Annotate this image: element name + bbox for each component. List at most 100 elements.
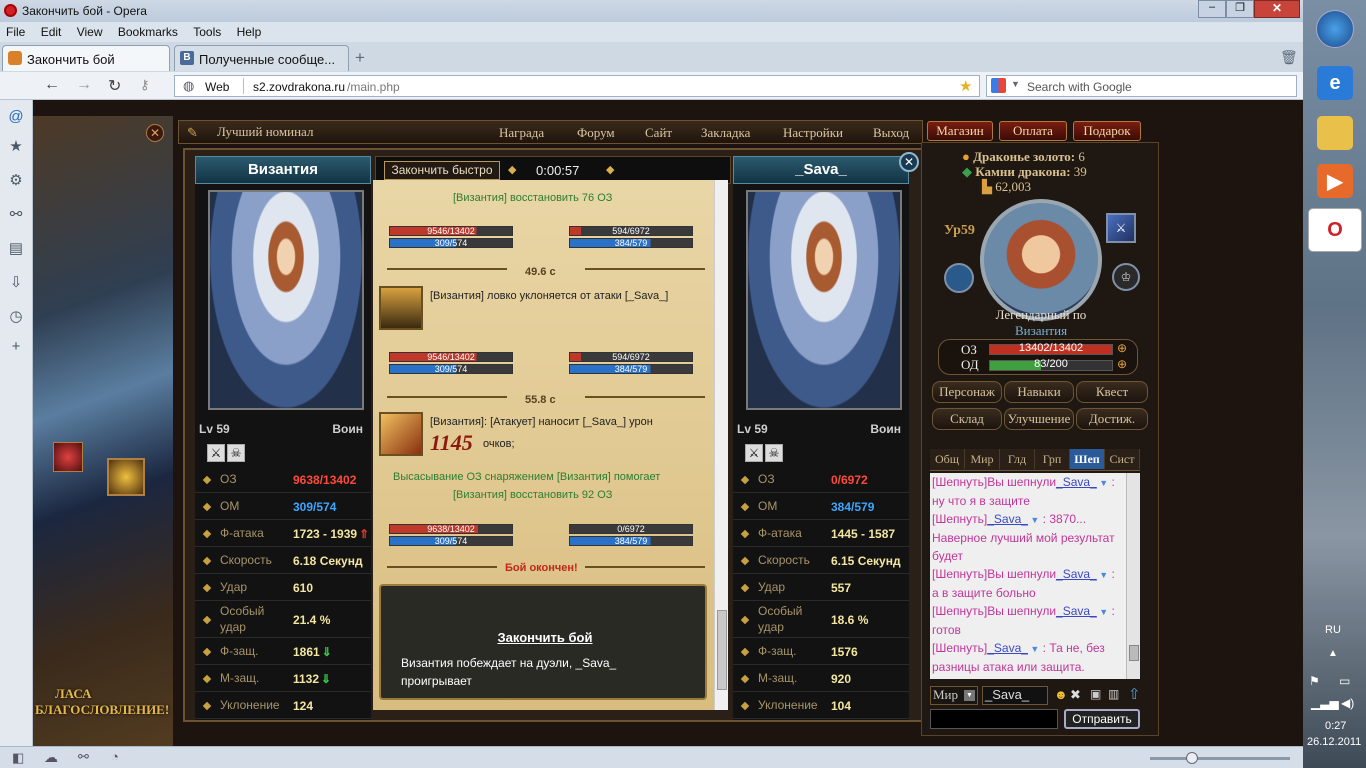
- star-icon[interactable]: ★: [959, 77, 972, 95]
- buff-icon-scroll[interactable]: [107, 458, 145, 496]
- nav-bookmark[interactable]: Закладка: [701, 125, 750, 141]
- chat-tab-system[interactable]: Сист: [1105, 449, 1140, 469]
- scrollbar-thumb[interactable]: [1129, 645, 1139, 661]
- result-title[interactable]: Закончить бой: [381, 630, 709, 645]
- chat-tab-world[interactable]: Мир: [965, 449, 1000, 469]
- maximize-button[interactable]: ❐: [1226, 0, 1254, 18]
- chat-scrollbar[interactable]: [1126, 473, 1140, 679]
- ie-icon[interactable]: e: [1317, 66, 1353, 100]
- battery-icon[interactable]: ▭: [1339, 674, 1350, 688]
- shop-button[interactable]: Магазин: [927, 121, 993, 141]
- smile-icon[interactable]: ☻: [1054, 687, 1068, 702]
- unite-status-icon[interactable]: ⚯: [78, 749, 89, 765]
- log-scrollbar[interactable]: [714, 180, 728, 710]
- zoom-slider[interactable]: [1150, 752, 1290, 764]
- chevron-down-icon[interactable]: ▼: [1097, 570, 1108, 580]
- clock-date[interactable]: 26.12.2011: [1307, 736, 1361, 748]
- storage-button[interactable]: Склад: [932, 408, 1002, 430]
- tools-icon[interactable]: ✖: [1070, 687, 1081, 703]
- network-icon[interactable]: ▁▃▅: [1311, 696, 1339, 710]
- menu-help[interactable]: Help: [231, 22, 268, 39]
- nav-site[interactable]: Сайт: [645, 125, 672, 141]
- chevron-down-icon[interactable]: ▼: [1097, 607, 1108, 617]
- volume-icon[interactable]: ◀): [1341, 696, 1354, 710]
- chat-nick[interactable]: _Sava_: [1056, 475, 1097, 489]
- tab-active[interactable]: Закончить бой: [2, 45, 170, 71]
- chat-nick[interactable]: _Sava_: [987, 641, 1028, 655]
- language-indicator[interactable]: RU: [1325, 624, 1341, 636]
- nav-forum[interactable]: Форум: [577, 125, 615, 141]
- menu-view[interactable]: View: [71, 22, 109, 39]
- plus-icon[interactable]: ⊕: [1117, 341, 1127, 355]
- history-icon[interactable]: ◷: [7, 308, 25, 326]
- chat-nick[interactable]: _Sava_: [987, 512, 1028, 526]
- menu-tools[interactable]: Tools: [187, 22, 227, 39]
- notes-icon[interactable]: ▤: [7, 240, 25, 258]
- panel-toggle-icon[interactable]: ◧: [12, 750, 24, 766]
- arrow-up-icon[interactable]: ⇧: [1128, 685, 1141, 703]
- chat-nick[interactable]: _Sava_: [1056, 567, 1097, 581]
- add-panel-icon[interactable]: +: [7, 338, 25, 356]
- chat-tab-group[interactable]: Грп: [1035, 449, 1070, 469]
- media-icon[interactable]: ▶: [1317, 164, 1353, 198]
- opera-taskbar-icon[interactable]: O: [1308, 208, 1362, 252]
- whisper-target[interactable]: _Sava_: [982, 686, 1048, 705]
- minimize-button[interactable]: –: [1198, 0, 1226, 18]
- plus-icon[interactable]: ⊕: [1117, 357, 1127, 371]
- player-avatar[interactable]: [980, 199, 1102, 321]
- close-game-icon[interactable]: ✕: [146, 124, 164, 142]
- menu-file[interactable]: File: [0, 22, 31, 39]
- finish-fast-button[interactable]: Закончить быстро: [384, 161, 500, 180]
- trash-icon[interactable]: 🗑: [1280, 49, 1298, 66]
- gift-button[interactable]: Подарок: [1073, 121, 1141, 141]
- unite-icon[interactable]: ⚯: [7, 206, 25, 224]
- quest-button[interactable]: Квест: [1076, 381, 1148, 403]
- tab-messages[interactable]: В Полученные сообще...: [174, 45, 349, 71]
- mail-icon[interactable]: @: [7, 108, 25, 126]
- equipment-icon[interactable]: ⚔: [1106, 213, 1136, 243]
- character-button[interactable]: Персонаж: [932, 381, 1002, 403]
- new-tab-icon[interactable]: +: [355, 48, 365, 68]
- payment-button[interactable]: Оплата: [999, 121, 1067, 141]
- nav-award[interactable]: Награда: [499, 125, 544, 141]
- chevron-down-icon[interactable]: ▼: [1097, 478, 1108, 488]
- clock-time[interactable]: 0:27: [1325, 720, 1346, 732]
- zoom-handle[interactable]: [1186, 752, 1198, 764]
- close-battle-icon[interactable]: ✕: [899, 152, 919, 172]
- chat-tab-whisper[interactable]: Шеп: [1070, 449, 1105, 469]
- pet-icon[interactable]: [944, 263, 974, 293]
- forward-icon[interactable]: →: [76, 76, 92, 94]
- back-icon[interactable]: ←: [44, 76, 60, 94]
- widgets-icon[interactable]: ⚙: [7, 172, 25, 190]
- upgrade-button[interactable]: Улучшение: [1004, 408, 1074, 430]
- nav-settings[interactable]: Настройки: [783, 125, 843, 141]
- flag-icon[interactable]: ⚑: [1309, 674, 1320, 688]
- chevron-up-icon[interactable]: ▲: [1328, 648, 1338, 659]
- key-icon[interactable]: ⚷: [140, 77, 150, 93]
- downloads-icon[interactable]: ⇩: [7, 274, 25, 292]
- menu-edit[interactable]: Edit: [35, 22, 68, 39]
- crown-icon[interactable]: ♔: [1112, 263, 1140, 291]
- menu-bookmarks[interactable]: Bookmarks: [112, 22, 184, 39]
- trash-icon[interactable]: ▥: [1108, 687, 1119, 701]
- nav-exit[interactable]: Выход: [873, 125, 909, 141]
- start-orb-icon[interactable]: [1316, 10, 1354, 48]
- chat-input[interactable]: [930, 709, 1058, 729]
- achievements-button[interactable]: Достиж.: [1076, 408, 1148, 430]
- chat-nick[interactable]: _Sava_: [1056, 604, 1097, 618]
- bookmarks-icon[interactable]: ★: [7, 138, 25, 156]
- explorer-icon[interactable]: [1317, 116, 1353, 150]
- skills-button[interactable]: Навыки: [1004, 381, 1074, 403]
- buff-icon-potion[interactable]: [53, 442, 83, 472]
- chevron-down-icon[interactable]: ▼: [1028, 644, 1039, 654]
- close-button[interactable]: ✕: [1254, 0, 1300, 18]
- send-button[interactable]: Отправить: [1064, 709, 1140, 729]
- address-field[interactable]: ◍ Web s2.zovdrakona.ru /main.php ★: [174, 75, 980, 97]
- cloud-icon[interactable]: ☁: [44, 749, 58, 766]
- chat-tab-guild[interactable]: Глд: [1000, 449, 1035, 469]
- chevron-down-icon[interactable]: ▼: [1011, 79, 1020, 89]
- search-input[interactable]: ▼ Search with Google: [986, 75, 1297, 97]
- lock-icon[interactable]: ▣: [1090, 687, 1101, 701]
- chat-tab-general[interactable]: Общ: [930, 449, 965, 469]
- scrollbar-thumb[interactable]: [717, 610, 727, 690]
